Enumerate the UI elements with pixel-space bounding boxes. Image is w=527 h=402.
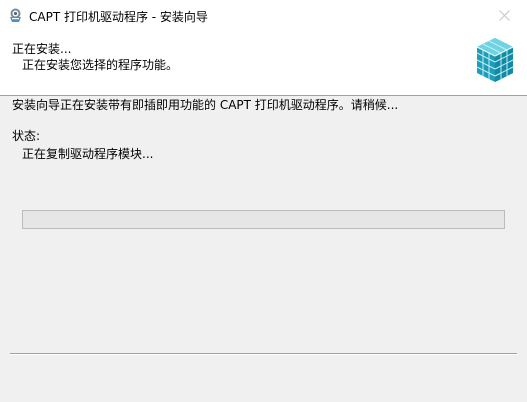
header-title: 正在安装... bbox=[12, 42, 72, 56]
header-subtitle: 正在安装您选择的程序功能。 bbox=[22, 58, 179, 72]
close-button[interactable] bbox=[481, 0, 527, 31]
install-description: 安装向导正在安装带有即插即用功能的 CAPT 打印机驱动程序。请稍候... bbox=[12, 98, 399, 112]
wizard-header: 正在安装... 正在安装您选择的程序功能。 bbox=[0, 31, 527, 96]
package-install-icon bbox=[476, 38, 514, 82]
printer-setup-icon bbox=[10, 8, 21, 22]
window-title: CAPT 打印机驱动程序 - 安装向导 bbox=[29, 10, 208, 24]
status-value: 正在复制驱动程序模块... bbox=[22, 147, 154, 161]
status-label: 状态: bbox=[12, 129, 41, 143]
title-bar[interactable]: CAPT 打印机驱动程序 - 安装向导 bbox=[0, 0, 527, 31]
install-progress-bar bbox=[22, 210, 505, 229]
close-icon bbox=[498, 10, 510, 21]
footer-divider bbox=[10, 353, 517, 355]
